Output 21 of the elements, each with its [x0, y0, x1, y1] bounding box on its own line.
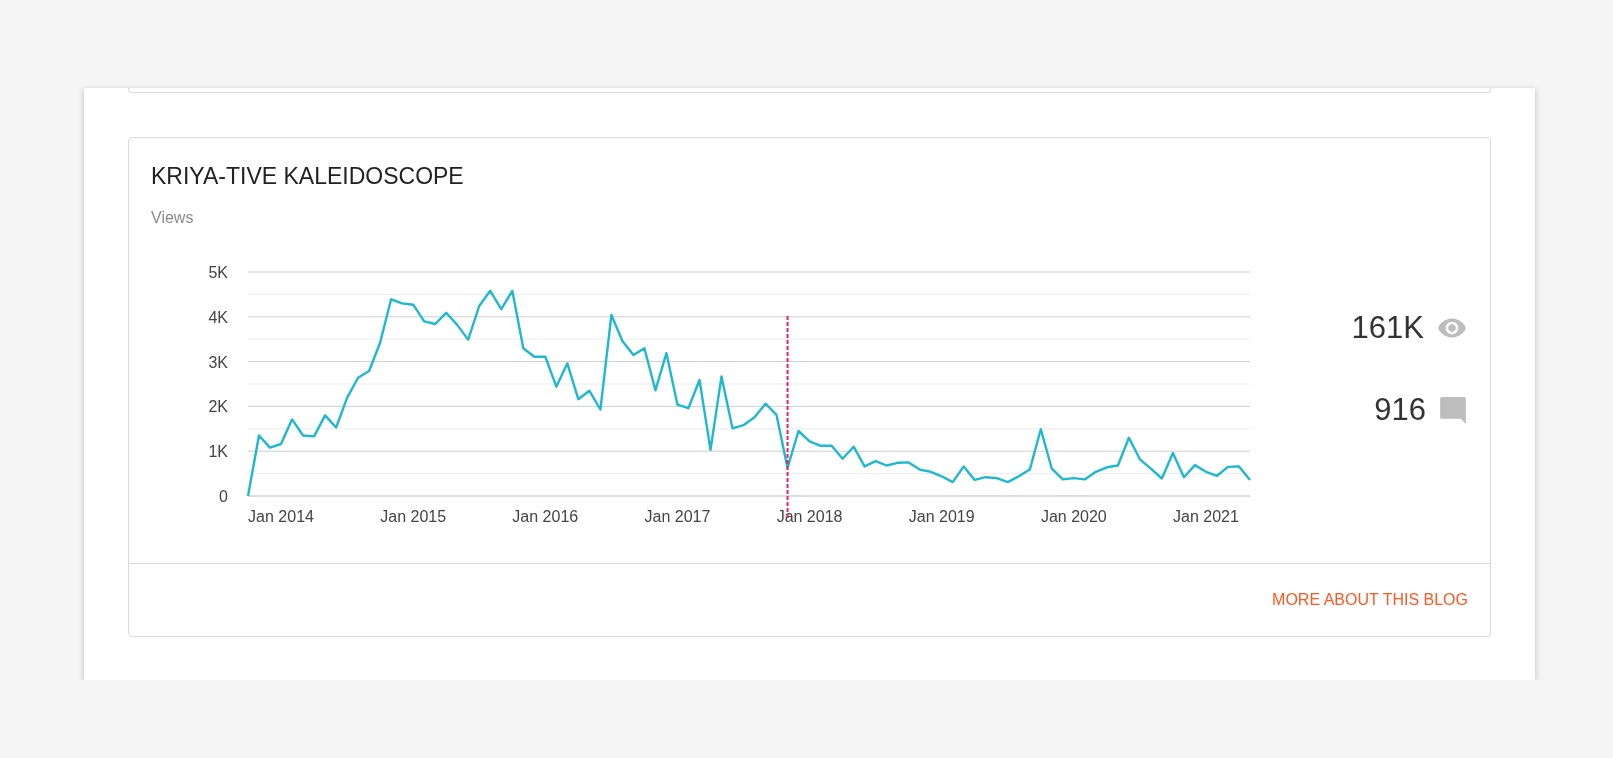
x-axis-label: Jan 2017 [644, 508, 711, 525]
comment-icon [1440, 396, 1466, 424]
eye-icon [1438, 318, 1466, 338]
y-axis-label: 4K [208, 308, 228, 326]
x-axis-label: Jan 2021 [1173, 508, 1239, 525]
x-axis-label: Jan 2019 [908, 508, 975, 525]
x-axis-label: Jan 2016 [512, 508, 579, 525]
views-count: 161K [1351, 310, 1424, 346]
x-axis-label: Jan 2014 [248, 508, 314, 525]
x-axis-label: Jan 2015 [380, 508, 447, 525]
y-axis-label: 2K [208, 398, 228, 416]
blog-title: KRIYA-TIVE KALEIDOSCOPE [151, 162, 465, 190]
y-axis-label: 5K [208, 264, 228, 281]
x-axis-label: Jan 2018 [776, 508, 843, 525]
y-axis-label: 1K [208, 443, 228, 461]
x-axis-label: Jan 2020 [1040, 508, 1107, 525]
comments-count: 916 [1374, 392, 1426, 428]
series-label: Views [151, 208, 194, 228]
y-axis-label: 3K [208, 353, 228, 371]
more-link[interactable]: MORE ABOUT THIS BLOG [1272, 591, 1468, 609]
y-axis-label: 0 [219, 488, 228, 505]
